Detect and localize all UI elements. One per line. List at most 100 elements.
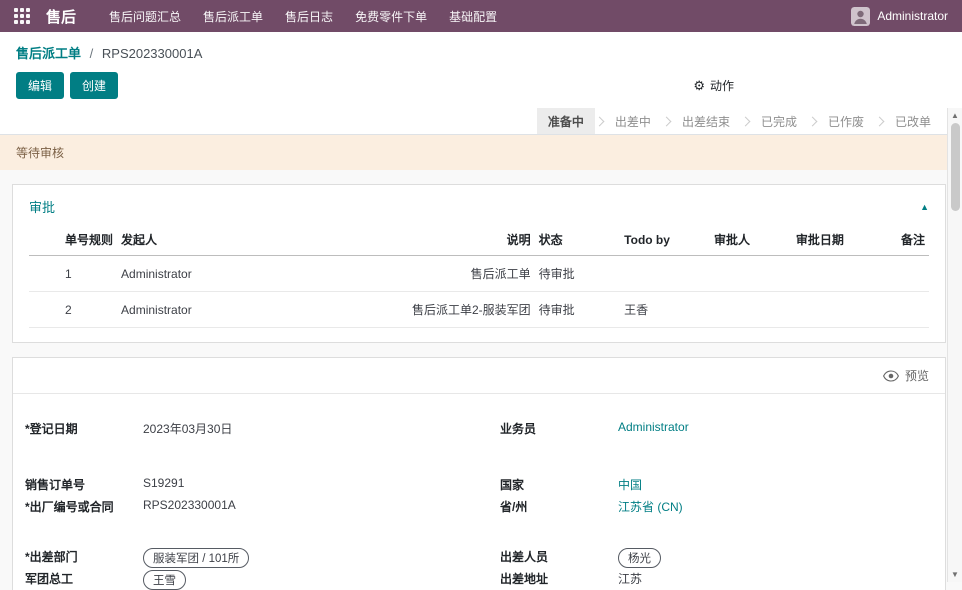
field-country: 国家 中国 [500, 476, 929, 497]
cell-seq-rule: 2 [29, 292, 117, 328]
status-cancelled[interactable]: 已作废 [817, 108, 875, 134]
avatar [851, 7, 870, 26]
scroll-up-arrow[interactable]: ▲ [951, 108, 959, 123]
field-label: 省/州 [500, 498, 618, 515]
field-label: 出差人员 [500, 548, 618, 565]
statusbar: 准备中 出差中 出差结束 已完成 已作废 已改单 [0, 108, 962, 135]
table-row[interactable]: 1 Administrator 售后派工单 待审批 [29, 256, 929, 292]
status-preparing[interactable]: 准备中 [537, 108, 595, 134]
banner-text: 等待审核 [16, 146, 64, 160]
gear-icon: ⚙ [693, 78, 705, 94]
menu-service-log[interactable]: 售后日志 [274, 0, 344, 32]
col-initiator: 发起人 [117, 224, 348, 256]
table-row[interactable]: 2 Administrator 售后派工单2-服装军团 待审批 王香 [29, 292, 929, 328]
content-area: 等待审核 审批 ▲ 单号规则 发起人 说明 状态 Todo by 审批人 审批日… [0, 135, 962, 590]
app-name[interactable]: 售后 [46, 6, 76, 27]
col-description: 说明 [348, 224, 535, 256]
cell-approver [710, 292, 792, 328]
vertical-scrollbar[interactable]: ▲ ▼ [947, 108, 962, 582]
field-state: 省/州 江苏省 (CN) [500, 498, 929, 519]
apps-grid-icon[interactable] [14, 8, 30, 24]
table-header-row: 单号规则 发起人 说明 状态 Todo by 审批人 审批日期 备注 [29, 224, 929, 256]
field-value: 江苏 [618, 570, 642, 587]
col-status: 状态 [535, 224, 621, 256]
preview-button[interactable]: 预览 [13, 358, 945, 394]
status-trip-ended[interactable]: 出差结束 [671, 108, 741, 134]
action-menu[interactable]: ⚙ 动作 [693, 77, 734, 94]
chief-tag[interactable]: 王雪 [143, 570, 186, 590]
form-card: 预览 *登记日期 2023年03月30日 销售订单号 S19291 *出厂编号或… [12, 357, 946, 590]
eye-icon [883, 370, 899, 382]
user-name: Administrator [877, 9, 948, 23]
field-sale-order-no: 销售订单号 S19291 [25, 476, 454, 497]
cell-approve-date [792, 292, 882, 328]
create-button[interactable]: 创建 [70, 72, 118, 99]
state-link[interactable]: 江苏省 (CN) [618, 498, 683, 515]
col-note: 备注 [882, 224, 929, 256]
field-corps-chief: 军团总工 王雪 [25, 570, 454, 590]
cell-note [882, 256, 929, 292]
field-label: 国家 [500, 476, 618, 493]
menu-dispatch-order[interactable]: 售后派工单 [192, 0, 274, 32]
approval-card: 审批 ▲ 单号规则 发起人 说明 状态 Todo by 审批人 审批日期 备注 [12, 184, 946, 343]
status-completed[interactable]: 已完成 [750, 108, 808, 134]
cell-approve-date [792, 256, 882, 292]
field-label: 业务员 [500, 420, 618, 437]
collapse-caret-icon[interactable]: ▲ [920, 202, 929, 212]
col-approve-date: 审批日期 [792, 224, 882, 256]
cell-seq-rule: 1 [29, 256, 117, 292]
cell-initiator: Administrator [117, 256, 348, 292]
field-factory-no: *出厂编号或合同 RPS202330001A [25, 498, 454, 519]
field-label: 军团总工 [25, 570, 143, 587]
chevron-right-icon [875, 116, 885, 126]
chevron-right-icon [661, 116, 671, 126]
approval-title: 审批 [29, 197, 55, 216]
field-value: S19291 [143, 476, 184, 490]
status-on-trip[interactable]: 出差中 [604, 108, 662, 134]
scrollbar-thumb[interactable] [951, 123, 960, 211]
traveler-tag[interactable]: 杨光 [618, 548, 661, 568]
action-menu-label: 动作 [710, 77, 734, 94]
field-value: 2023年03月30日 [143, 420, 232, 437]
edit-button[interactable]: 编辑 [16, 72, 64, 99]
field-label: 出差地址 [500, 570, 618, 587]
cell-note [882, 292, 929, 328]
cell-description: 售后派工单 [348, 256, 535, 292]
user-menu[interactable]: Administrator [851, 7, 952, 26]
chevron-right-icon [594, 116, 604, 126]
pending-approval-banner: 等待审核 [0, 135, 962, 170]
department-tag[interactable]: 服装军团 / 101所 [143, 548, 249, 568]
breadcrumb-parent[interactable]: 售后派工单 [16, 46, 81, 61]
approval-table: 单号规则 发起人 说明 状态 Todo by 审批人 审批日期 备注 1 Adm… [29, 224, 929, 328]
menu-free-parts-order[interactable]: 免费零件下单 [344, 0, 438, 32]
cell-initiator: Administrator [117, 292, 348, 328]
field-trip-personnel: 出差人员 杨光 [500, 548, 929, 569]
field-label: *登记日期 [25, 420, 143, 437]
cell-status: 待审批 [535, 256, 621, 292]
cell-todo-by: 王香 [620, 292, 710, 328]
top-navbar: 售后 售后问题汇总 售后派工单 售后日志 免费零件下单 基础配置 Adminis… [0, 0, 962, 32]
chevron-right-icon [808, 116, 818, 126]
breadcrumb: 售后派工单 / RPS202330001A [0, 32, 962, 65]
field-label: *出差部门 [25, 548, 143, 565]
field-label: *出厂编号或合同 [25, 498, 143, 515]
menu-issue-summary[interactable]: 售后问题汇总 [98, 0, 192, 32]
chevron-right-icon [741, 116, 751, 126]
col-seq-rule: 单号规则 [29, 224, 117, 256]
menu-base-config[interactable]: 基础配置 [438, 0, 508, 32]
salesman-link[interactable]: Administrator [618, 420, 689, 434]
scroll-down-arrow[interactable]: ▼ [951, 567, 959, 582]
col-approver: 审批人 [710, 224, 792, 256]
field-salesman: 业务员 Administrator [500, 420, 929, 441]
cell-approver [710, 256, 792, 292]
country-link[interactable]: 中国 [618, 476, 642, 493]
preview-label: 预览 [905, 367, 929, 384]
breadcrumb-separator: / [90, 46, 94, 61]
col-todo-by: Todo by [620, 224, 710, 256]
field-trip-department: *出差部门 服装军团 / 101所 [25, 548, 454, 569]
status-amended[interactable]: 已改单 [884, 108, 942, 134]
cell-status: 待审批 [535, 292, 621, 328]
field-trip-address: 出差地址 江苏 [500, 570, 929, 590]
field-label: 销售订单号 [25, 476, 143, 493]
cell-todo-by [620, 256, 710, 292]
